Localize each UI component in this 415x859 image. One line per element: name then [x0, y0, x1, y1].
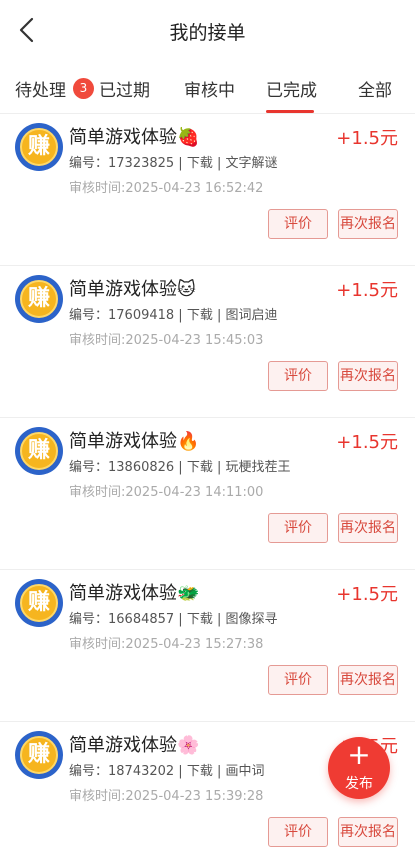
order-card[interactable]: 赚 简单游戏体验🔥 编号：13860826 | 下载 | 玩梗找茬王 审核时间:… [0, 419, 415, 570]
tab-label: 全部 [358, 81, 392, 101]
task-logo-text: 赚 [20, 280, 58, 318]
tab-pending[interactable]: 待处理 3 [15, 76, 94, 101]
task-logo-text: 赚 [20, 584, 58, 622]
review-time: 审核时间:2025-04-23 15:45:03 [69, 333, 264, 348]
reapply-button[interactable]: 再次报名 [338, 361, 398, 391]
app-header: 我的接单 [0, 0, 415, 60]
reward-amount: +1.5元 [336, 432, 398, 453]
review-time: 审核时间:2025-04-23 14:11:00 [69, 485, 264, 500]
task-logo: 赚 [15, 275, 63, 323]
status-tabs: 待处理 3 已过期 审核中 已完成 全部 [0, 60, 415, 114]
order-meta: 编号：18743202 | 下载 | 画中词 [69, 764, 265, 779]
rate-button[interactable]: 评价 [268, 361, 328, 391]
order-title: 简单游戏体验🍓 [69, 127, 200, 148]
order-title: 简单游戏体验🔥 [69, 431, 200, 452]
reward-amount: +1.5元 [336, 584, 398, 605]
publish-fab-button[interactable]: + 发布 [328, 737, 390, 799]
reapply-button[interactable]: 再次报名 [338, 817, 398, 847]
order-title: 简单游戏体验🐱 [69, 279, 196, 300]
order-meta: 编号：16684857 | 下载 | 图像探寻 [69, 612, 278, 627]
task-logo: 赚 [15, 123, 63, 171]
task-logo-text: 赚 [20, 128, 58, 166]
reward-amount: +1.5元 [336, 128, 398, 149]
review-time: 审核时间:2025-04-23 15:27:38 [69, 637, 264, 652]
active-tab-indicator [266, 110, 314, 113]
rate-button[interactable]: 评价 [268, 209, 328, 239]
tab-all[interactable]: 全部 [358, 76, 392, 101]
order-title: 简单游戏体验🐲 [69, 583, 200, 604]
order-card[interactable]: 赚 简单游戏体验🍓 编号：17323825 | 下载 | 文字解谜 审核时间:2… [0, 115, 415, 266]
reapply-button[interactable]: 再次报名 [338, 665, 398, 695]
tab-label: 已完成 [266, 81, 317, 101]
plus-icon: + [347, 738, 371, 771]
tab-label: 待处理 [15, 81, 66, 101]
task-logo-text: 赚 [20, 736, 58, 774]
page-title: 我的接单 [169, 22, 246, 44]
order-meta: 编号：17609418 | 下载 | 图词启迪 [69, 308, 278, 323]
tab-expired[interactable]: 已过期 [99, 76, 150, 101]
reward-amount: +1.5元 [336, 280, 398, 301]
tab-completed[interactable]: 已完成 [266, 76, 317, 101]
task-logo: 赚 [15, 427, 63, 475]
review-time: 审核时间:2025-04-23 15:39:28 [69, 789, 264, 804]
task-logo-text: 赚 [20, 432, 58, 470]
order-card[interactable]: 赚 简单游戏体验🐲 编号：16684857 | 下载 | 图像探寻 审核时间:2… [0, 571, 415, 722]
rate-button[interactable]: 评价 [268, 513, 328, 543]
rate-button[interactable]: 评价 [268, 817, 328, 847]
order-meta: 编号：17323825 | 下载 | 文字解谜 [69, 156, 278, 171]
publish-label: 发布 [345, 776, 373, 792]
tab-label: 已过期 [99, 81, 150, 101]
pending-count-badge: 3 [73, 78, 94, 99]
review-time: 审核时间:2025-04-23 16:52:42 [69, 181, 264, 196]
rate-button[interactable]: 评价 [268, 665, 328, 695]
order-meta: 编号：13860826 | 下载 | 玩梗找茬王 [69, 460, 291, 475]
tab-label: 审核中 [184, 81, 235, 101]
order-title: 简单游戏体验🌸 [69, 735, 200, 756]
order-card[interactable]: 赚 简单游戏体验🐱 编号：17609418 | 下载 | 图词启迪 审核时间:2… [0, 267, 415, 418]
tab-reviewing[interactable]: 审核中 [184, 76, 235, 101]
reapply-button[interactable]: 再次报名 [338, 513, 398, 543]
task-logo: 赚 [15, 731, 63, 779]
reapply-button[interactable]: 再次报名 [338, 209, 398, 239]
task-logo: 赚 [15, 579, 63, 627]
